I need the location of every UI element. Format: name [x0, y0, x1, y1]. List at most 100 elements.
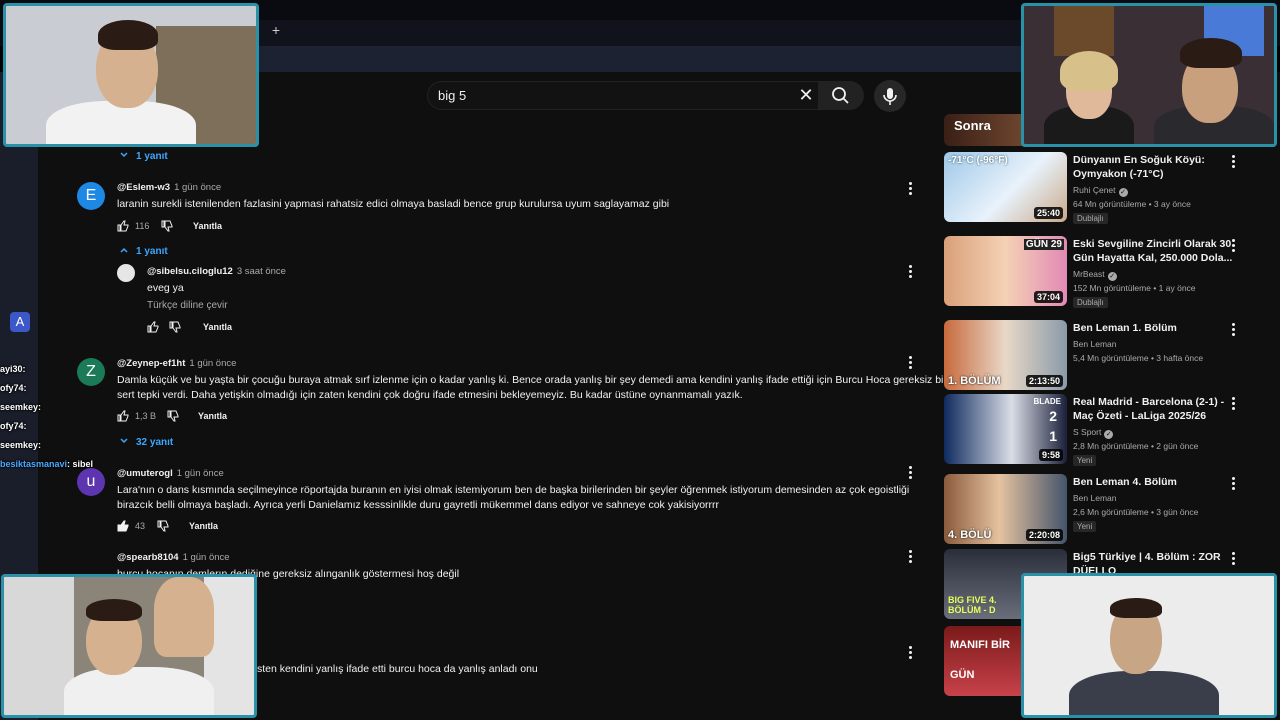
- chat-message: seemkey:: [0, 402, 42, 412]
- video-thumbnail[interactable]: 4. BÖLÜ 2:20:08: [944, 474, 1067, 544]
- thumbs-down-icon[interactable]: [169, 321, 181, 333]
- video-duration: 25:40: [1033, 207, 1063, 219]
- like-count: 1,3 B: [135, 411, 157, 421]
- video-title[interactable]: Eski Sevgiline Zincirli Olarak 30 Gün Ha…: [1073, 237, 1233, 265]
- thumbs-down-icon[interactable]: [167, 410, 179, 422]
- comment-date: 1 gün önce: [189, 358, 237, 369]
- comment-text-line: birazcık belli olmaya başladı. Ayrıca ye…: [117, 499, 720, 511]
- comment-author[interactable]: @sibelsu.ciloglu12 3 saat önce: [147, 266, 286, 277]
- video-thumbnail[interactable]: -71°C (-96°F) 25:40: [944, 152, 1067, 222]
- more-options-icon[interactable]: [1231, 552, 1237, 566]
- more-options-icon[interactable]: [908, 646, 914, 660]
- reply-button[interactable]: Yanıtla: [198, 411, 227, 421]
- related-video[interactable]: -71°C (-96°F) 25:40 Dünyanın En Soğuk Kö…: [944, 152, 1254, 224]
- replies-toggle[interactable]: 1 yanıt: [120, 246, 168, 257]
- channel-name[interactable]: Ruhi Çenet ✓: [1073, 185, 1128, 197]
- comment-author[interactable]: @Zeynep-ef1ht 1 gün önce: [117, 358, 236, 369]
- more-options-icon[interactable]: [1231, 323, 1237, 337]
- comment-text: laranin surekli istenilenden fazlasini y…: [117, 198, 670, 210]
- thumbs-up-icon[interactable]: [117, 220, 129, 232]
- thumbs-down-icon[interactable]: [157, 520, 169, 532]
- clear-search-icon[interactable]: ✕: [797, 86, 815, 104]
- replies-toggle[interactable]: 32 yanıt: [120, 437, 173, 448]
- thumbs-up-icon[interactable]: [147, 321, 159, 333]
- search-icon: [832, 87, 849, 104]
- video-title[interactable]: Dünyanın En Soğuk Köyü: Oymyakon (-71°C): [1073, 153, 1233, 181]
- avatar[interactable]: E: [77, 182, 105, 210]
- comment-author[interactable]: @Eslem-w3 1 gün önce: [117, 182, 221, 193]
- comment-author[interactable]: @umuterogl 1 gün önce: [117, 468, 224, 479]
- video-meta: 152 Mn görüntüleme • 1 ay önce: [1073, 283, 1196, 293]
- like-count: 43: [135, 521, 146, 531]
- video-title[interactable]: Ben Leman 1. Bölüm: [1073, 321, 1233, 335]
- score-home: 2: [1049, 408, 1057, 424]
- more-options-icon[interactable]: [908, 550, 914, 564]
- channel-name[interactable]: Ben Leman: [1073, 339, 1116, 349]
- replies-toggle[interactable]: 1 yanıt: [120, 151, 168, 162]
- verified-icon: ✓: [1118, 188, 1128, 197]
- related-video[interactable]: GÜN 29 37:04 Eski Sevgiline Zincirli Ola…: [944, 236, 1254, 308]
- new-tab-icon[interactable]: +: [270, 23, 282, 37]
- search-box[interactable]: [427, 81, 818, 110]
- more-options-icon[interactable]: [1231, 155, 1237, 169]
- reply-button[interactable]: Yanıtla: [193, 221, 222, 231]
- video-title[interactable]: Ben Leman 4. Bölüm: [1073, 475, 1233, 489]
- related-video[interactable]: BLADE 2 1 9:58 Real Madrid - Barcelona (…: [944, 394, 1254, 466]
- more-options-icon[interactable]: [1231, 239, 1237, 253]
- more-options-icon[interactable]: [908, 265, 914, 279]
- comment-author[interactable]: @spearb8104 1 gün önce: [117, 552, 230, 563]
- translate-link[interactable]: Türkçe diline çevir: [147, 300, 228, 311]
- browser-address-bar[interactable]: [258, 46, 1023, 72]
- thumbs-up-icon[interactable]: [117, 410, 129, 422]
- comment-text: eveg ya: [147, 282, 184, 294]
- thumbnail-text: BLADE: [1033, 397, 1061, 406]
- avatar[interactable]: [117, 264, 135, 282]
- comment-date: 3 saat önce: [236, 266, 286, 277]
- comment-actions: 1,3 B Yanıtla: [117, 410, 247, 424]
- replies-count: 1 yanıt: [136, 151, 168, 162]
- related-video[interactable]: 4. BÖLÜ 2:20:08 Ben Leman 4. Bölüm Ben L…: [944, 474, 1254, 546]
- chevron-down-icon: [120, 152, 128, 158]
- video-thumbnail[interactable]: GÜN 29 37:04: [944, 236, 1067, 306]
- replies-count: 1 yanıt: [136, 246, 168, 257]
- video-thumbnail[interactable]: BLADE 2 1 9:58: [944, 394, 1067, 464]
- webcam-top-right: [1021, 3, 1277, 147]
- more-options-icon[interactable]: [908, 356, 914, 370]
- video-title[interactable]: Real Madrid - Barcelona (2-1) - Maç Özet…: [1073, 395, 1233, 423]
- thumbnail-text: GÜN 29: [1023, 239, 1064, 250]
- like-count: 116: [135, 221, 150, 231]
- channel-name[interactable]: MrBeast ✓: [1073, 269, 1117, 281]
- comment-text-line: Damla küçük ve bu yaşta bir çocuğu buray…: [117, 374, 944, 386]
- thumbnail-text: BIG FIVE 4. BÖLÜM - D: [948, 595, 997, 615]
- video-meta: 2,6 Mn görüntüleme • 3 gün önce: [1073, 507, 1199, 517]
- chat-message: ayi30:: [0, 364, 26, 374]
- search-button[interactable]: [818, 81, 864, 110]
- chat-message: ofy74:: [0, 421, 27, 431]
- dubbed-badge: Dublajlı: [1073, 297, 1108, 308]
- stream-chat: ayi30: ofy74: seemkey: ofy74: seemkey: b…: [0, 360, 110, 474]
- voice-search-button[interactable]: [874, 80, 906, 112]
- thumbs-up-icon[interactable]: [117, 520, 129, 532]
- video-thumbnail[interactable]: 1. BÖLÜM 2:13:50: [944, 320, 1067, 390]
- dubbed-badge: Dublajlı: [1073, 213, 1108, 224]
- app-icon[interactable]: A: [10, 312, 30, 332]
- thumbs-down-icon[interactable]: [161, 220, 173, 232]
- more-options-icon[interactable]: [1231, 397, 1237, 411]
- more-options-icon[interactable]: [908, 466, 914, 480]
- thumbnail-text: 4. BÖLÜ: [948, 529, 992, 541]
- score-away: 1: [1049, 428, 1057, 444]
- search-input[interactable]: [438, 88, 778, 103]
- more-options-icon[interactable]: [1231, 477, 1237, 491]
- reply-button[interactable]: Yanıtla: [189, 521, 218, 531]
- chat-message: besiktasmanavi: sibel: [0, 459, 94, 469]
- channel-name[interactable]: Ben Leman: [1073, 493, 1116, 503]
- channel-name[interactable]: S Sport ✓: [1073, 427, 1114, 439]
- video-duration: 9:58: [1038, 449, 1063, 461]
- verified-icon: ✓: [1104, 430, 1114, 439]
- reply-button[interactable]: Yanıtla: [203, 322, 232, 332]
- comment-text-line: Lara'nın o dans kısmında seçilmeyince rö…: [117, 484, 910, 496]
- related-video[interactable]: 1. BÖLÜM 2:13:50 Ben Leman 1. Bölüm Ben …: [944, 320, 1254, 392]
- more-options-icon[interactable]: [908, 182, 914, 196]
- chevron-up-icon: [120, 247, 128, 253]
- comment-actions: Yanıtla: [147, 321, 267, 335]
